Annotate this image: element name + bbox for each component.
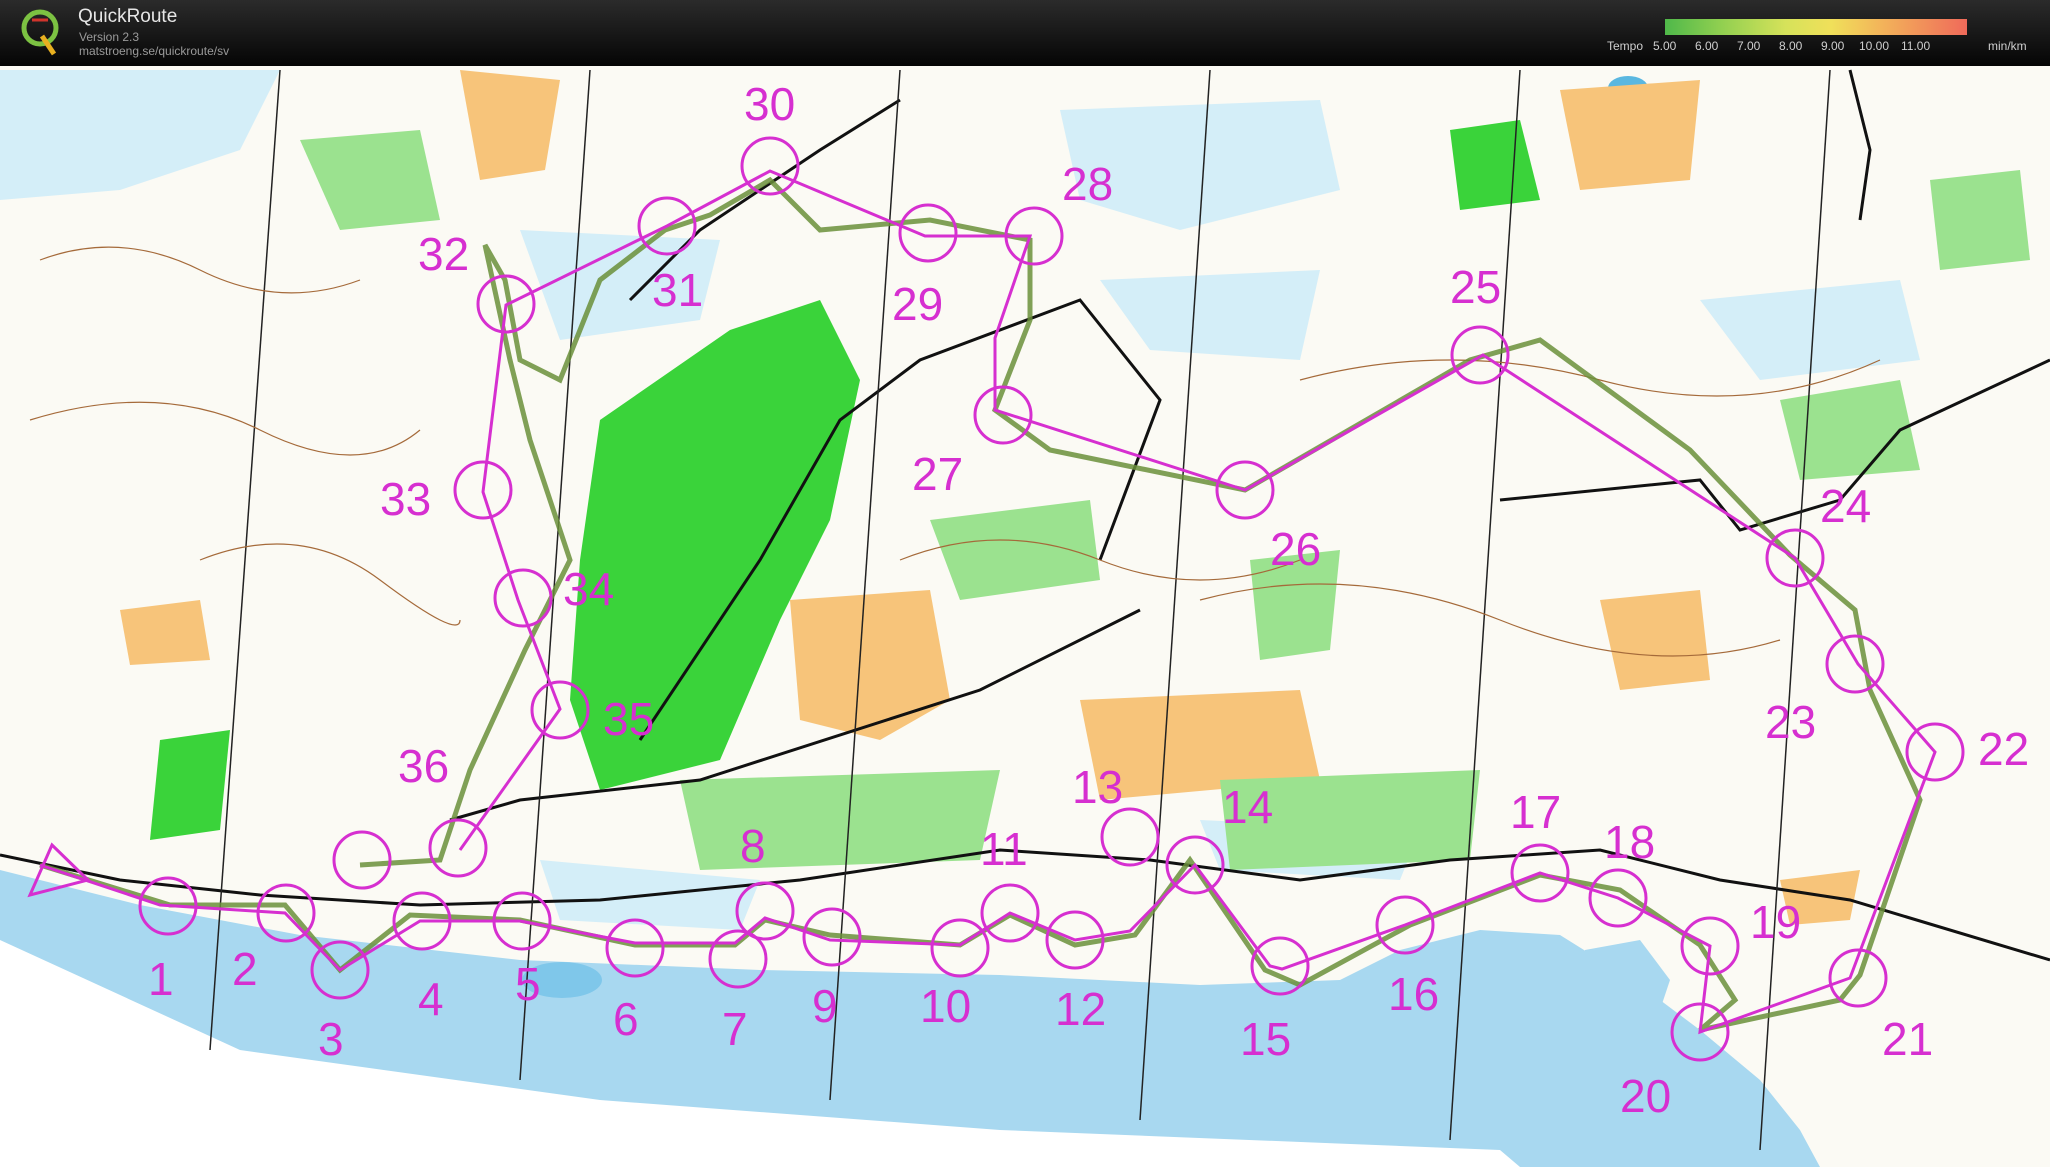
control-label-25: 25 (1450, 261, 1501, 313)
control-label-2: 2 (232, 943, 258, 995)
control-label-7: 7 (722, 1003, 748, 1055)
control-label-23: 23 (1765, 696, 1816, 748)
control-label-15: 15 (1240, 1013, 1291, 1065)
control-label-6: 6 (613, 993, 639, 1045)
tempo-tick: 8.00 (1779, 39, 1803, 53)
control-label-35: 35 (603, 693, 654, 745)
control-label-11: 11 (980, 823, 1028, 875)
control-label-36: 36 (398, 740, 449, 792)
orienteering-map[interactable]: 1 2 3 4 5 6 7 8 9 10 11 12 13 14 15 16 1… (0, 66, 2050, 1167)
control-label-16: 16 (1388, 968, 1439, 1020)
app-url[interactable]: matstroeng.se/quickroute/sv (79, 44, 229, 58)
control-label-18: 18 (1604, 816, 1655, 868)
control-label-24: 24 (1820, 480, 1871, 532)
title-bar: QuickRoute Version 2.3 matstroeng.se/qui… (0, 0, 2050, 66)
control-label-21: 21 (1882, 1013, 1933, 1065)
control-label-28: 28 (1062, 158, 1113, 210)
tempo-tick: 6.00 (1695, 39, 1719, 53)
tempo-tick: 5.00 (1653, 39, 1677, 53)
tempo-tick: 10.00 (1859, 39, 1890, 53)
tempo-tick: 11.00 (1901, 39, 1931, 53)
control-label-1: 1 (148, 953, 174, 1005)
control-label-8: 8 (740, 820, 766, 872)
control-label-26: 26 (1270, 523, 1321, 575)
control-label-29: 29 (892, 278, 943, 330)
control-label-3: 3 (318, 1013, 344, 1065)
control-label-32: 32 (418, 228, 469, 280)
tempo-label: Tempo (1607, 39, 1644, 53)
control-label-34: 34 (563, 563, 614, 615)
app-version: Version 2.3 (79, 30, 140, 44)
control-label-9: 9 (812, 980, 838, 1032)
control-label-5: 5 (515, 958, 541, 1010)
control-label-13: 13 (1072, 761, 1123, 813)
control-label-17: 17 (1510, 786, 1561, 838)
control-label-30: 30 (744, 78, 795, 130)
control-label-33: 33 (380, 473, 431, 525)
tempo-ticks: 5.00 6.00 7.00 8.00 9.00 10.00 11.00 (1650, 39, 1980, 55)
control-label-27: 27 (912, 448, 963, 500)
tempo-color-scale (1665, 19, 1967, 35)
control-label-19: 19 (1750, 896, 1801, 948)
control-label-14: 14 (1222, 781, 1273, 833)
control-label-20: 20 (1620, 1070, 1671, 1122)
control-label-12: 12 (1055, 983, 1106, 1035)
control-label-22: 22 (1978, 723, 2029, 775)
quickroute-logo-icon (21, 9, 59, 56)
control-label-31: 31 (652, 264, 703, 316)
tempo-tick: 9.00 (1821, 39, 1845, 53)
control-label-10: 10 (920, 980, 971, 1032)
app-title: QuickRoute (78, 6, 178, 27)
tempo-unit: min/km (1988, 39, 2027, 53)
control-label-4: 4 (418, 973, 444, 1025)
tempo-tick: 7.00 (1737, 39, 1761, 53)
